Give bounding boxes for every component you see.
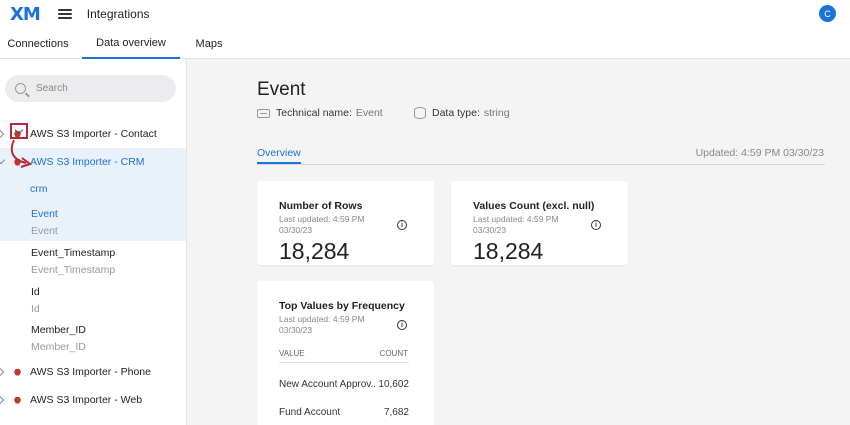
technical-name: Technical name: Event — [257, 107, 383, 119]
info-icon[interactable]: i — [397, 220, 407, 230]
main-content: Event Technical name: Event Data type: s… — [187, 59, 850, 425]
search-input[interactable]: Search — [5, 75, 176, 102]
menu-icon[interactable] — [57, 9, 72, 19]
app-title: Integrations — [86, 7, 150, 21]
tree-item-event-sub: Event — [0, 224, 186, 238]
tree-item-label: Event_Timestamp — [31, 247, 116, 259]
number-of-rows-card: Number of Rows Last updated: 4:59 PM 03/… — [257, 181, 434, 265]
tab-connections[interactable]: Connections — [0, 28, 76, 59]
tree-item-member-id[interactable]: Member_ID — [0, 323, 186, 337]
tree-item-event[interactable]: Event — [0, 207, 186, 221]
table-divider — [279, 362, 409, 363]
updated-timestamp: Updated: 4:59 PM 03/30/23 — [695, 147, 824, 159]
tree-item-sublabel: Event — [31, 225, 58, 237]
tab-data-overview[interactable]: Data overview — [82, 28, 180, 59]
table-row: Fund Account 7,682 — [279, 407, 409, 421]
xm-logo[interactable]: XM — [10, 4, 41, 25]
annotation-arrow-icon — [10, 139, 33, 168]
technical-name-value: Event — [355, 107, 383, 119]
row-value: New Account Approv.. — [279, 379, 377, 390]
data-type-label: Data type: — [432, 107, 480, 119]
values-count-card: Values Count (excl. null) Last updated: … — [451, 181, 628, 265]
info-icon[interactable]: i — [591, 220, 601, 230]
tree-item-event-timestamp[interactable]: Event_Timestamp — [0, 246, 186, 260]
tree-item-label: AWS S3 Importer - Contact — [30, 128, 157, 140]
crm-expand-toggle[interactable] — [10, 123, 28, 139]
data-type-value: string — [483, 107, 510, 119]
tree-item-sublabel: Event_Timestamp — [31, 264, 116, 276]
info-icon[interactable]: i — [397, 320, 407, 330]
source-node-icon — [14, 396, 21, 404]
card-title: Top Values by Frequency — [279, 300, 405, 312]
technical-name-label: Technical name: — [276, 107, 352, 119]
chevron-right-icon[interactable] — [0, 129, 5, 139]
tree-item-web[interactable]: AWS S3 Importer - Web — [0, 393, 186, 407]
user-avatar[interactable]: C — [819, 5, 836, 22]
tree-item-label: Event — [31, 208, 58, 220]
chevron-down-icon — [14, 125, 24, 135]
tree-item-label: Member_ID — [31, 324, 86, 336]
chevron-down-icon[interactable] — [0, 155, 6, 165]
tree-item-label: AWS S3 Importer - Web — [30, 394, 143, 406]
tree-item-label: AWS S3 Importer - Phone — [30, 366, 151, 378]
tree-item-member-id-sub: Member_ID — [0, 340, 186, 354]
tree-item-id[interactable]: Id — [0, 285, 186, 299]
sidebar: Search AWS S3 Importer - Contact AWS S3 … — [0, 59, 187, 425]
tree-item-event-timestamp-sub: Event_Timestamp — [0, 263, 186, 277]
tab-bar: Connections Data overview Maps — [0, 28, 850, 59]
tab-maps[interactable]: Maps — [186, 28, 232, 59]
chevron-right-icon[interactable] — [0, 395, 5, 405]
tab-overview[interactable]: Overview — [257, 147, 301, 164]
database-icon — [414, 107, 426, 119]
top-values-card: Top Values by Frequency Last updated: 4:… — [257, 281, 434, 425]
card-title: Values Count (excl. null) — [473, 200, 595, 212]
card-last-updated: Last updated: 4:59 PM 03/30/23 — [473, 214, 559, 235]
data-type: Data type: string — [414, 107, 510, 119]
tree-item-phone[interactable]: AWS S3 Importer - Phone — [0, 365, 186, 379]
row-count: 7,682 — [383, 407, 409, 418]
tree-item-sublabel: Member_ID — [31, 341, 86, 353]
row-count: 10,602 — [378, 379, 409, 390]
page-title: Event — [257, 79, 306, 100]
table-row: New Account Approv.. 10,602 — [279, 379, 409, 393]
top-bar: XM Integrations C — [0, 0, 850, 28]
card-last-updated: Last updated: 4:59 PM 03/30/23 — [279, 214, 365, 235]
source-node-icon — [14, 368, 21, 376]
card-last-updated: Last updated: 4:59 PM 03/30/23 — [279, 314, 365, 335]
tree-item-label: Id — [31, 286, 40, 298]
card-value: 18,284 — [279, 238, 350, 264]
search-icon — [15, 83, 26, 94]
search-placeholder: Search — [36, 83, 68, 94]
chevron-right-icon[interactable] — [0, 367, 5, 377]
card-title: Number of Rows — [279, 200, 363, 212]
tree-item-crm-table[interactable]: crm — [0, 182, 186, 196]
tree-item-sublabel: Id — [31, 303, 40, 315]
column-header-count: COUNT — [379, 349, 408, 358]
tree-item-label: AWS S3 Importer - CRM — [30, 156, 145, 168]
tree-item-id-sub: Id — [0, 302, 186, 316]
row-value: Fund Account — [279, 407, 341, 418]
card-value: 18,284 — [473, 238, 544, 264]
tree-item-label: crm — [30, 183, 48, 195]
tag-icon — [257, 108, 270, 118]
tab-divider — [257, 164, 825, 165]
column-header-value: VALUE — [279, 349, 305, 358]
